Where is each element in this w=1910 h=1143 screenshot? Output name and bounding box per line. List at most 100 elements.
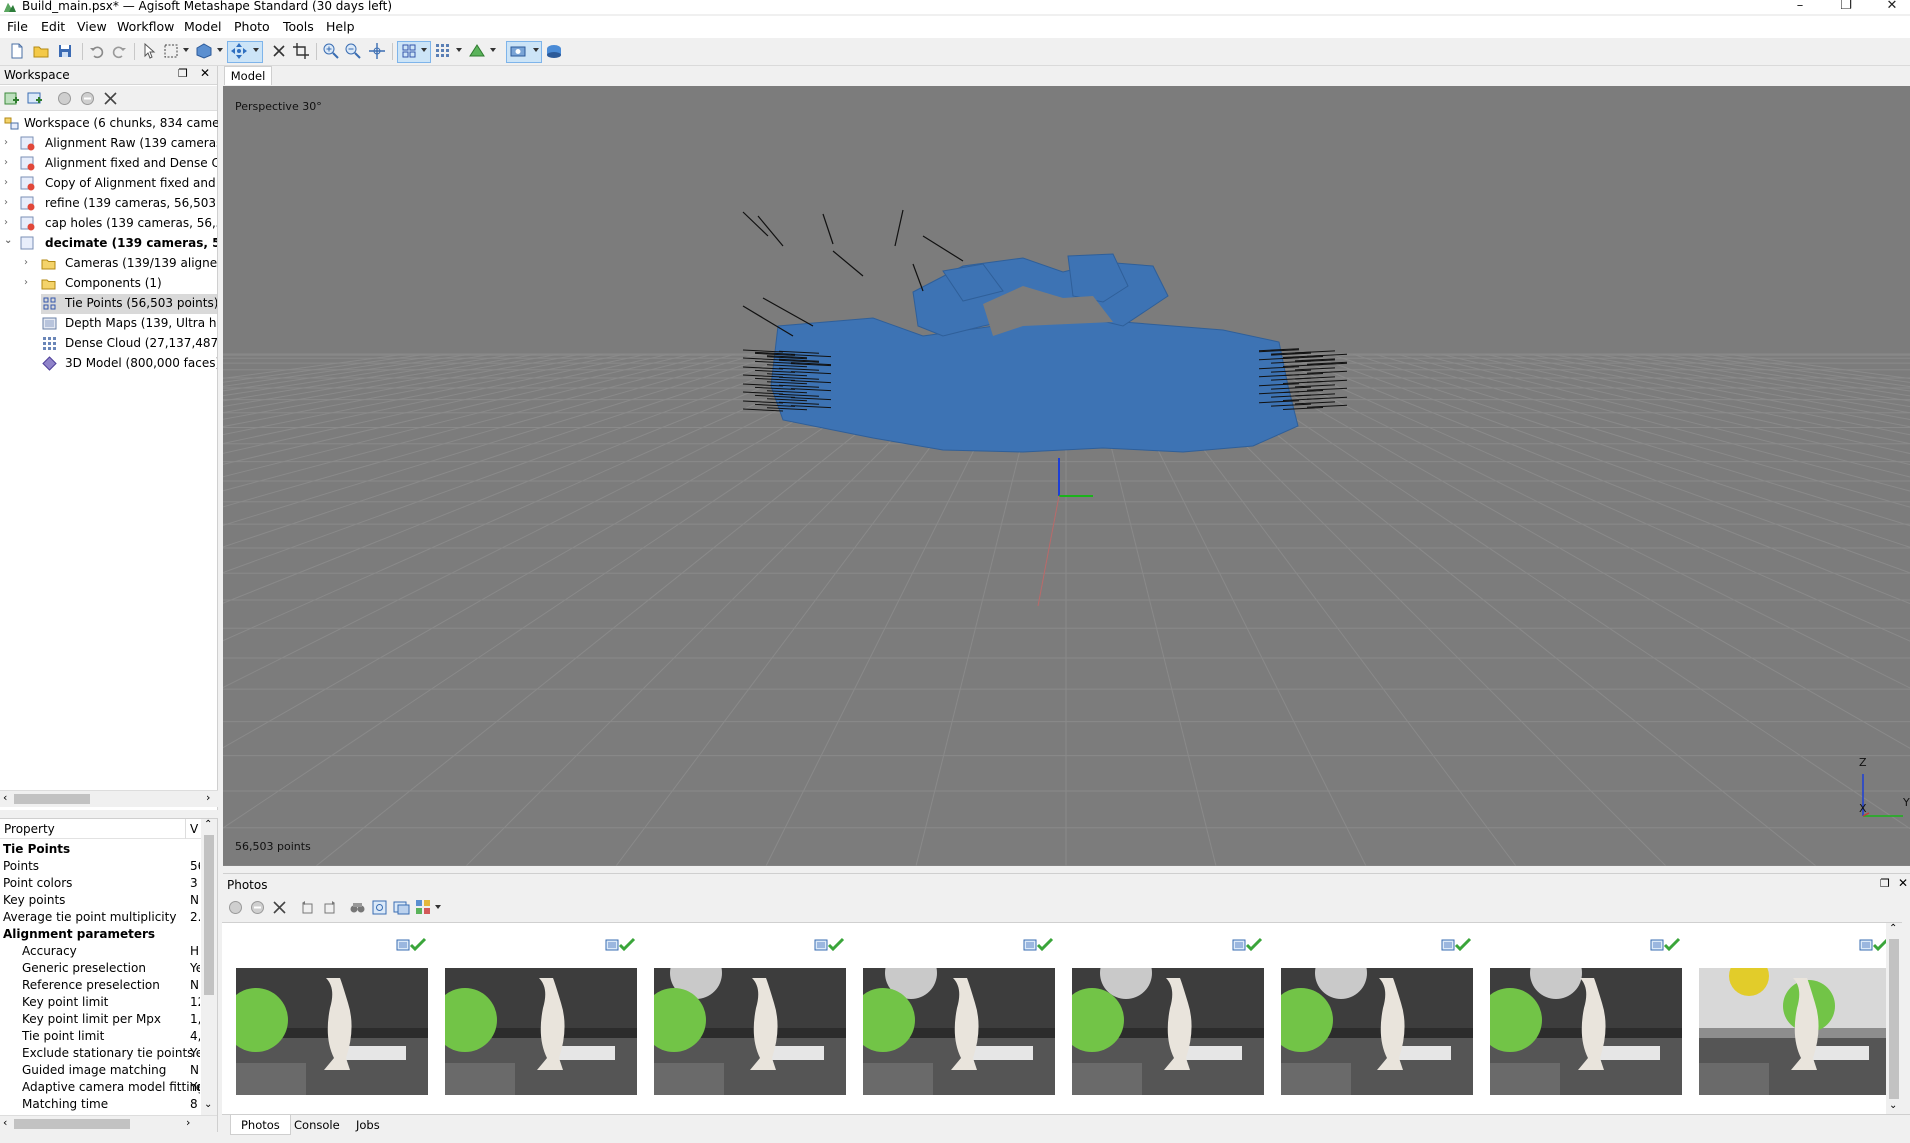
crop-selection-icon[interactable] (292, 42, 310, 60)
scrollbar-thumb[interactable] (1889, 939, 1899, 1099)
navigation-cursor-icon[interactable] (140, 42, 158, 60)
photos-vertical-scrollbar[interactable]: ⌃ ⌄ (1886, 923, 1902, 1115)
tree-3d-model[interactable]: 3D Model (800,000 faces) (41, 354, 217, 374)
photo-thumbnail[interactable] (1699, 968, 1891, 1095)
scrollbar-thumb[interactable] (14, 1119, 130, 1129)
property-row[interactable]: Point colors 3 (0, 875, 200, 892)
photo-thumbnail[interactable] (1072, 968, 1264, 1095)
scroll-right-icon[interactable]: › (186, 1116, 190, 1129)
scroll-up-icon[interactable]: ⌃ (1889, 923, 1897, 934)
scrollbar-thumb[interactable] (14, 794, 90, 804)
menu-help[interactable]: Help (326, 19, 355, 34)
rotate-left-icon[interactable] (299, 899, 316, 916)
expand-arrow-icon[interactable]: › (4, 137, 14, 148)
properties-vertical-scrollbar[interactable]: ⌃ ⌄ (201, 819, 217, 1115)
menu-workflow[interactable]: Workflow (117, 19, 174, 34)
tree-chunk-decimate[interactable]: ⌄ decimate (139 cameras, 56,503 (4, 234, 217, 254)
model-shaded-icon[interactable] (468, 42, 486, 60)
float-panel-icon[interactable]: ❐ (178, 67, 188, 80)
expand-arrow-icon[interactable]: › (4, 217, 14, 228)
add-photos-icon[interactable] (26, 90, 43, 107)
dense-cloud-dropdown-icon[interactable] (456, 48, 462, 52)
tree-cameras[interactable]: › Cameras (139/139 aligned) (24, 254, 217, 274)
show-masks-icon[interactable] (393, 899, 410, 916)
property-row[interactable]: Tie point limit 4, (0, 1028, 200, 1045)
thumbnail-view-icon[interactable] (415, 899, 432, 916)
expand-arrow-icon[interactable]: › (4, 197, 14, 208)
remove-items-icon[interactable] (102, 90, 119, 107)
save-icon[interactable] (56, 42, 74, 60)
tree-chunk-cap-holes[interactable]: › cap holes (139 cameras, 56,503 p (4, 214, 217, 234)
tree-components[interactable]: › Components (1) (24, 274, 217, 294)
property-row[interactable]: Key points N (0, 892, 200, 909)
scroll-up-icon[interactable]: ⌃ (204, 819, 212, 830)
tree-chunk-copy-alignment[interactable]: › Copy of Alignment fixed and De (4, 174, 217, 194)
disable-icon[interactable] (79, 90, 96, 107)
menu-model[interactable]: Model (184, 19, 222, 34)
minimize-button[interactable]: – (1777, 0, 1823, 14)
menu-view[interactable]: View (77, 19, 107, 34)
tree-chunk-alignment-raw[interactable]: › Alignment Raw (139 cameras, 10 (4, 134, 217, 154)
scroll-right-icon[interactable]: › (206, 791, 210, 804)
photo-thumbnail[interactable] (1281, 968, 1473, 1095)
menu-file[interactable]: File (7, 19, 28, 34)
enable-cameras-icon[interactable] (227, 899, 244, 916)
rotate-object-icon[interactable] (230, 42, 248, 60)
rotate-right-icon[interactable] (321, 899, 338, 916)
model-shaded-dropdown-icon[interactable] (490, 48, 496, 52)
expand-arrow-icon[interactable]: › (24, 257, 34, 268)
rectangle-selection-icon[interactable] (162, 42, 180, 60)
filter-by-markers-icon[interactable] (349, 899, 366, 916)
scroll-left-icon[interactable]: ‹ (3, 1116, 7, 1129)
view-mode-dropdown-icon[interactable] (435, 905, 441, 909)
points-view-dropdown-icon[interactable] (421, 48, 427, 52)
property-row[interactable]: Alignment parameters (0, 926, 200, 943)
property-row[interactable]: Exclude stationary tie points Ye (0, 1045, 200, 1062)
new-document-icon[interactable] (8, 42, 26, 60)
show-region-icon[interactable] (545, 42, 563, 60)
property-column-header[interactable]: Property (4, 822, 55, 836)
scroll-left-icon[interactable]: ‹ (3, 791, 7, 804)
restore-button[interactable]: ❐ (1823, 0, 1869, 14)
dense-cloud-view-icon[interactable] (434, 42, 452, 60)
property-row[interactable]: Reference preselection N (0, 977, 200, 994)
disable-cameras-icon[interactable] (249, 899, 266, 916)
property-row[interactable]: Accuracy H (0, 943, 200, 960)
reset-view-icon[interactable] (368, 42, 386, 60)
property-row[interactable]: Generic preselection Ye (0, 960, 200, 977)
property-row[interactable]: Key point limit 12 (0, 994, 200, 1011)
close-panel-icon[interactable]: ✕ (200, 66, 210, 80)
enable-icon[interactable] (56, 90, 73, 107)
rotate-dropdown-icon[interactable] (253, 48, 259, 52)
properties-horizontal-scrollbar[interactable]: ‹ › (0, 1115, 217, 1132)
selection-dropdown-icon[interactable] (183, 48, 189, 52)
property-row[interactable]: Matching time 8 (0, 1096, 200, 1113)
tree-dense-cloud[interactable]: Dense Cloud (27,137,487 poi (41, 334, 217, 354)
cameras-dropdown-icon[interactable] (533, 48, 539, 52)
model-view-icon[interactable] (195, 42, 213, 60)
expand-arrow-icon[interactable]: › (4, 157, 14, 168)
open-folder-icon[interactable] (32, 42, 50, 60)
property-row[interactable]: Average tie point multiplicity 2. (0, 909, 200, 926)
expand-arrow-icon[interactable]: › (4, 177, 14, 188)
delete-selection-icon[interactable] (270, 42, 288, 60)
property-row[interactable]: Adaptive camera model fitting Ye (0, 1079, 200, 1096)
scroll-down-icon[interactable]: ⌄ (204, 1099, 212, 1110)
tab-model[interactable]: Model (224, 66, 272, 85)
tree-workspace-root[interactable]: Workspace (6 chunks, 834 cameras) (4, 114, 243, 134)
tab-console[interactable]: Console (284, 1115, 350, 1135)
close-window-button[interactable]: ✕ (1869, 0, 1910, 14)
redo-icon[interactable] (110, 42, 128, 60)
scrollbar-thumb[interactable] (204, 835, 214, 995)
menu-photo[interactable]: Photo (234, 19, 270, 34)
photo-thumbnail[interactable] (1490, 968, 1682, 1095)
show-cameras-icon[interactable] (509, 42, 527, 60)
undo-icon[interactable] (88, 42, 106, 60)
property-row[interactable]: Points 56 (0, 858, 200, 875)
model-viewport[interactable]: Perspective 30° 56,503 points Z X Y (223, 86, 1910, 866)
reset-filter-icon[interactable] (371, 899, 388, 916)
tree-chunk-alignment-fixed[interactable]: › Alignment fixed and Dense Clou (4, 154, 217, 174)
photo-thumbnail[interactable] (654, 968, 846, 1095)
model-view-dropdown-icon[interactable] (217, 48, 223, 52)
scroll-down-icon[interactable]: ⌄ (1889, 1100, 1897, 1111)
